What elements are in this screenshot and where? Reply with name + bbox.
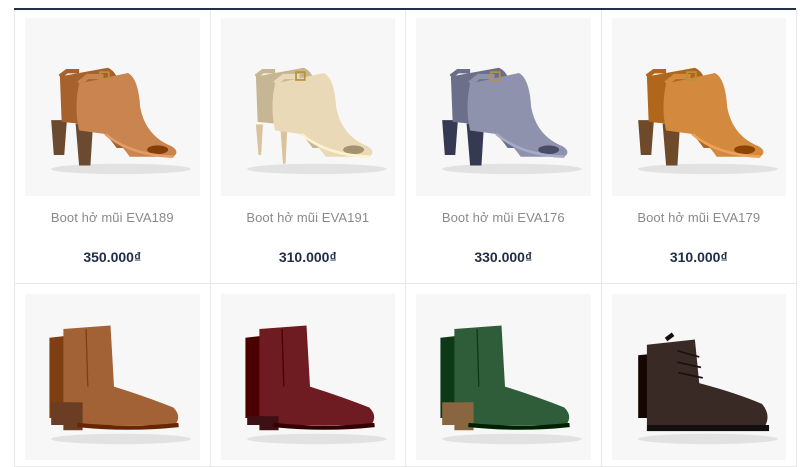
product-image[interactable] (416, 294, 591, 460)
product-card[interactable]: Boot hở mũi EVA176 330.000₫ (406, 10, 602, 284)
product-name[interactable]: Boot hở mũi EVA176 (406, 210, 601, 225)
product-card[interactable] (210, 284, 406, 467)
product-card[interactable] (15, 284, 211, 467)
product-name[interactable]: Boot hở mũi EVA179 (602, 210, 797, 225)
product-price: 310.000₫ (669, 249, 728, 265)
product-image[interactable] (611, 18, 786, 196)
product-price: 330.000₫ (474, 249, 533, 265)
product-name[interactable]: Boot hở mũi EVA191 (211, 210, 406, 225)
product-listing-page: Boot hở mũi EVA189 350.000₫ Boot hở mũi … (0, 0, 800, 467)
product-name[interactable]: Boot hở mũi EVA189 (15, 210, 210, 225)
product-image[interactable] (416, 18, 591, 196)
product-card[interactable]: Boot hở mũi EVA179 310.000₫ (601, 10, 797, 284)
product-card[interactable] (406, 284, 602, 467)
product-image[interactable] (25, 294, 200, 460)
product-image[interactable] (220, 18, 395, 196)
product-grid: Boot hở mũi EVA189 350.000₫ Boot hở mũi … (14, 10, 797, 467)
product-card[interactable]: Boot hở mũi EVA191 310.000₫ (210, 10, 406, 284)
product-image[interactable] (611, 294, 786, 460)
product-price: 350.000₫ (83, 249, 142, 265)
product-image[interactable] (25, 18, 200, 196)
product-card[interactable] (601, 284, 797, 467)
product-image[interactable] (220, 294, 395, 460)
product-price: 310.000₫ (278, 249, 337, 265)
product-card[interactable]: Boot hở mũi EVA189 350.000₫ (15, 10, 211, 284)
